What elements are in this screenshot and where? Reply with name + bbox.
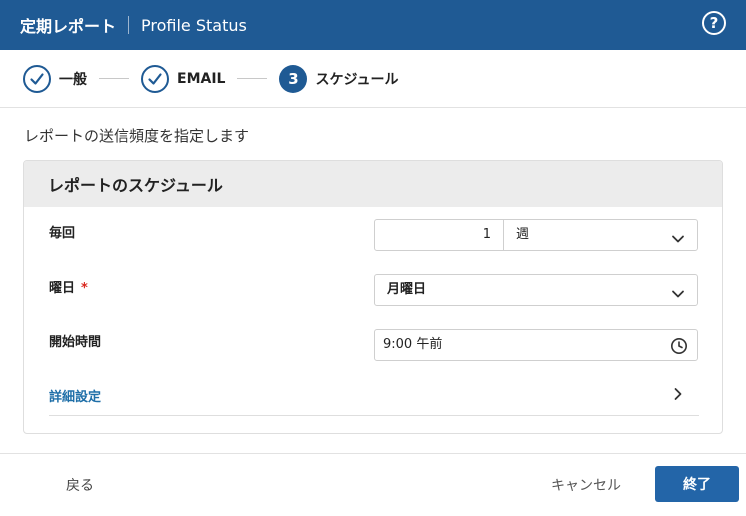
back-button[interactable]: 戻る: [66, 475, 94, 495]
step-general[interactable]: 一般: [23, 64, 87, 93]
interval-unit-value: 週: [516, 227, 530, 242]
interval-unit-select[interactable]: 週: [503, 219, 698, 251]
cancel-button[interactable]: キャンセル: [551, 475, 621, 495]
schedule-card: レポートのスケジュール 毎回 1 週 曜日 * 月曜日 開始時間 9:00 午前 …: [23, 160, 723, 434]
check-icon: [141, 64, 169, 93]
help-icon-glyph: ?: [709, 14, 719, 32]
chevron-right-icon: [671, 386, 685, 405]
start-time-label: 開始時間: [49, 335, 102, 350]
step-label-general: 一般: [59, 71, 87, 88]
step-schedule[interactable]: 3 スケジュール: [279, 64, 399, 93]
step-connector: [99, 78, 129, 79]
every-label: 毎回: [49, 226, 76, 241]
chevron-down-icon: [671, 228, 685, 258]
required-mark: *: [81, 281, 88, 296]
title-separator: [128, 16, 130, 34]
weekday-label: 曜日 *: [49, 277, 88, 296]
step-label-schedule: スケジュール: [315, 71, 399, 88]
step-number-3: 3: [279, 64, 308, 93]
step-connector: [237, 78, 268, 79]
app-header: 定期レポート Profile Status ?: [0, 0, 746, 50]
wizard-footer: 戻る キャンセル 終了: [0, 453, 746, 516]
step-label-email: EMAIL: [177, 70, 226, 87]
check-icon: [23, 64, 51, 93]
weekday-label-text: 曜日: [49, 281, 76, 296]
step-email[interactable]: EMAIL: [141, 64, 226, 93]
weekday-select[interactable]: 月曜日: [374, 274, 698, 306]
advanced-settings-link[interactable]: 詳細設定: [49, 386, 101, 405]
wizard-stepper: 一般 EMAIL 3 スケジュール: [0, 50, 746, 108]
instruction-text: レポートの送信頻度を指定します: [24, 127, 250, 145]
clock-icon[interactable]: [670, 337, 688, 367]
finish-button[interactable]: 終了: [655, 466, 739, 502]
interval-input[interactable]: 1: [374, 219, 504, 251]
advanced-settings-row[interactable]: 詳細設定: [49, 376, 699, 416]
report-subtitle: Profile Status: [141, 15, 247, 35]
chevron-down-icon: [671, 283, 685, 313]
weekday-value: 月曜日: [387, 282, 427, 297]
start-time-input[interactable]: 9:00 午前: [374, 329, 698, 361]
help-icon[interactable]: ?: [702, 11, 726, 35]
start-time-value: 9:00 午前: [383, 337, 443, 352]
report-title: 定期レポート: [20, 17, 117, 36]
card-title: レポートのスケジュール: [24, 161, 722, 207]
